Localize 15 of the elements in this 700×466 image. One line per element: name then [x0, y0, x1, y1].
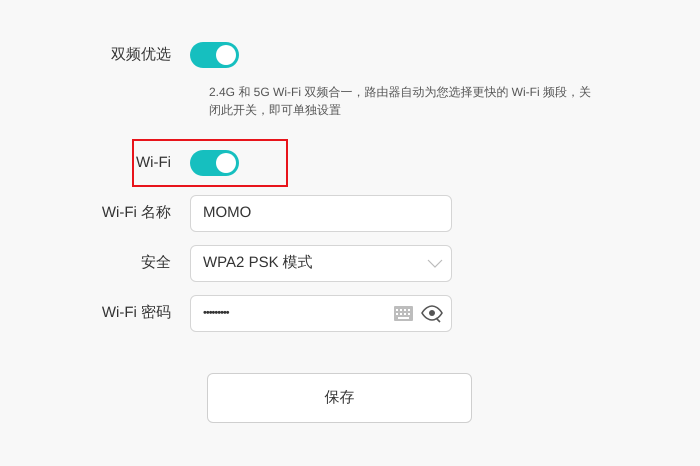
save-button[interactable]: 保存 [207, 373, 472, 423]
toggle-switch[interactable] [190, 42, 239, 68]
field-label: Wi-Fi [136, 152, 171, 173]
password-field[interactable]: ••••••••• [190, 295, 452, 332]
wifi-name-field[interactable]: MOMO [190, 195, 452, 232]
field-label: 双频优选 [111, 44, 171, 65]
security-select[interactable]: WPA2 PSK 模式 [190, 245, 452, 282]
field-label: Wi-Fi 密码 [102, 303, 171, 324]
eye-icon[interactable] [421, 304, 443, 322]
toggle-switch[interactable] [190, 150, 239, 176]
chevron-down-icon [427, 259, 443, 268]
description-text: 2.4G 和 5G Wi-Fi 双频合一，路由器自动为您选择更快的 Wi-Fi 频段，关闭此开关，即可单独设置 [209, 84, 592, 119]
field-label: Wi-Fi 名称 [102, 203, 171, 224]
field-label: 安全 [141, 253, 171, 274]
keyboard-icon[interactable] [394, 306, 413, 321]
